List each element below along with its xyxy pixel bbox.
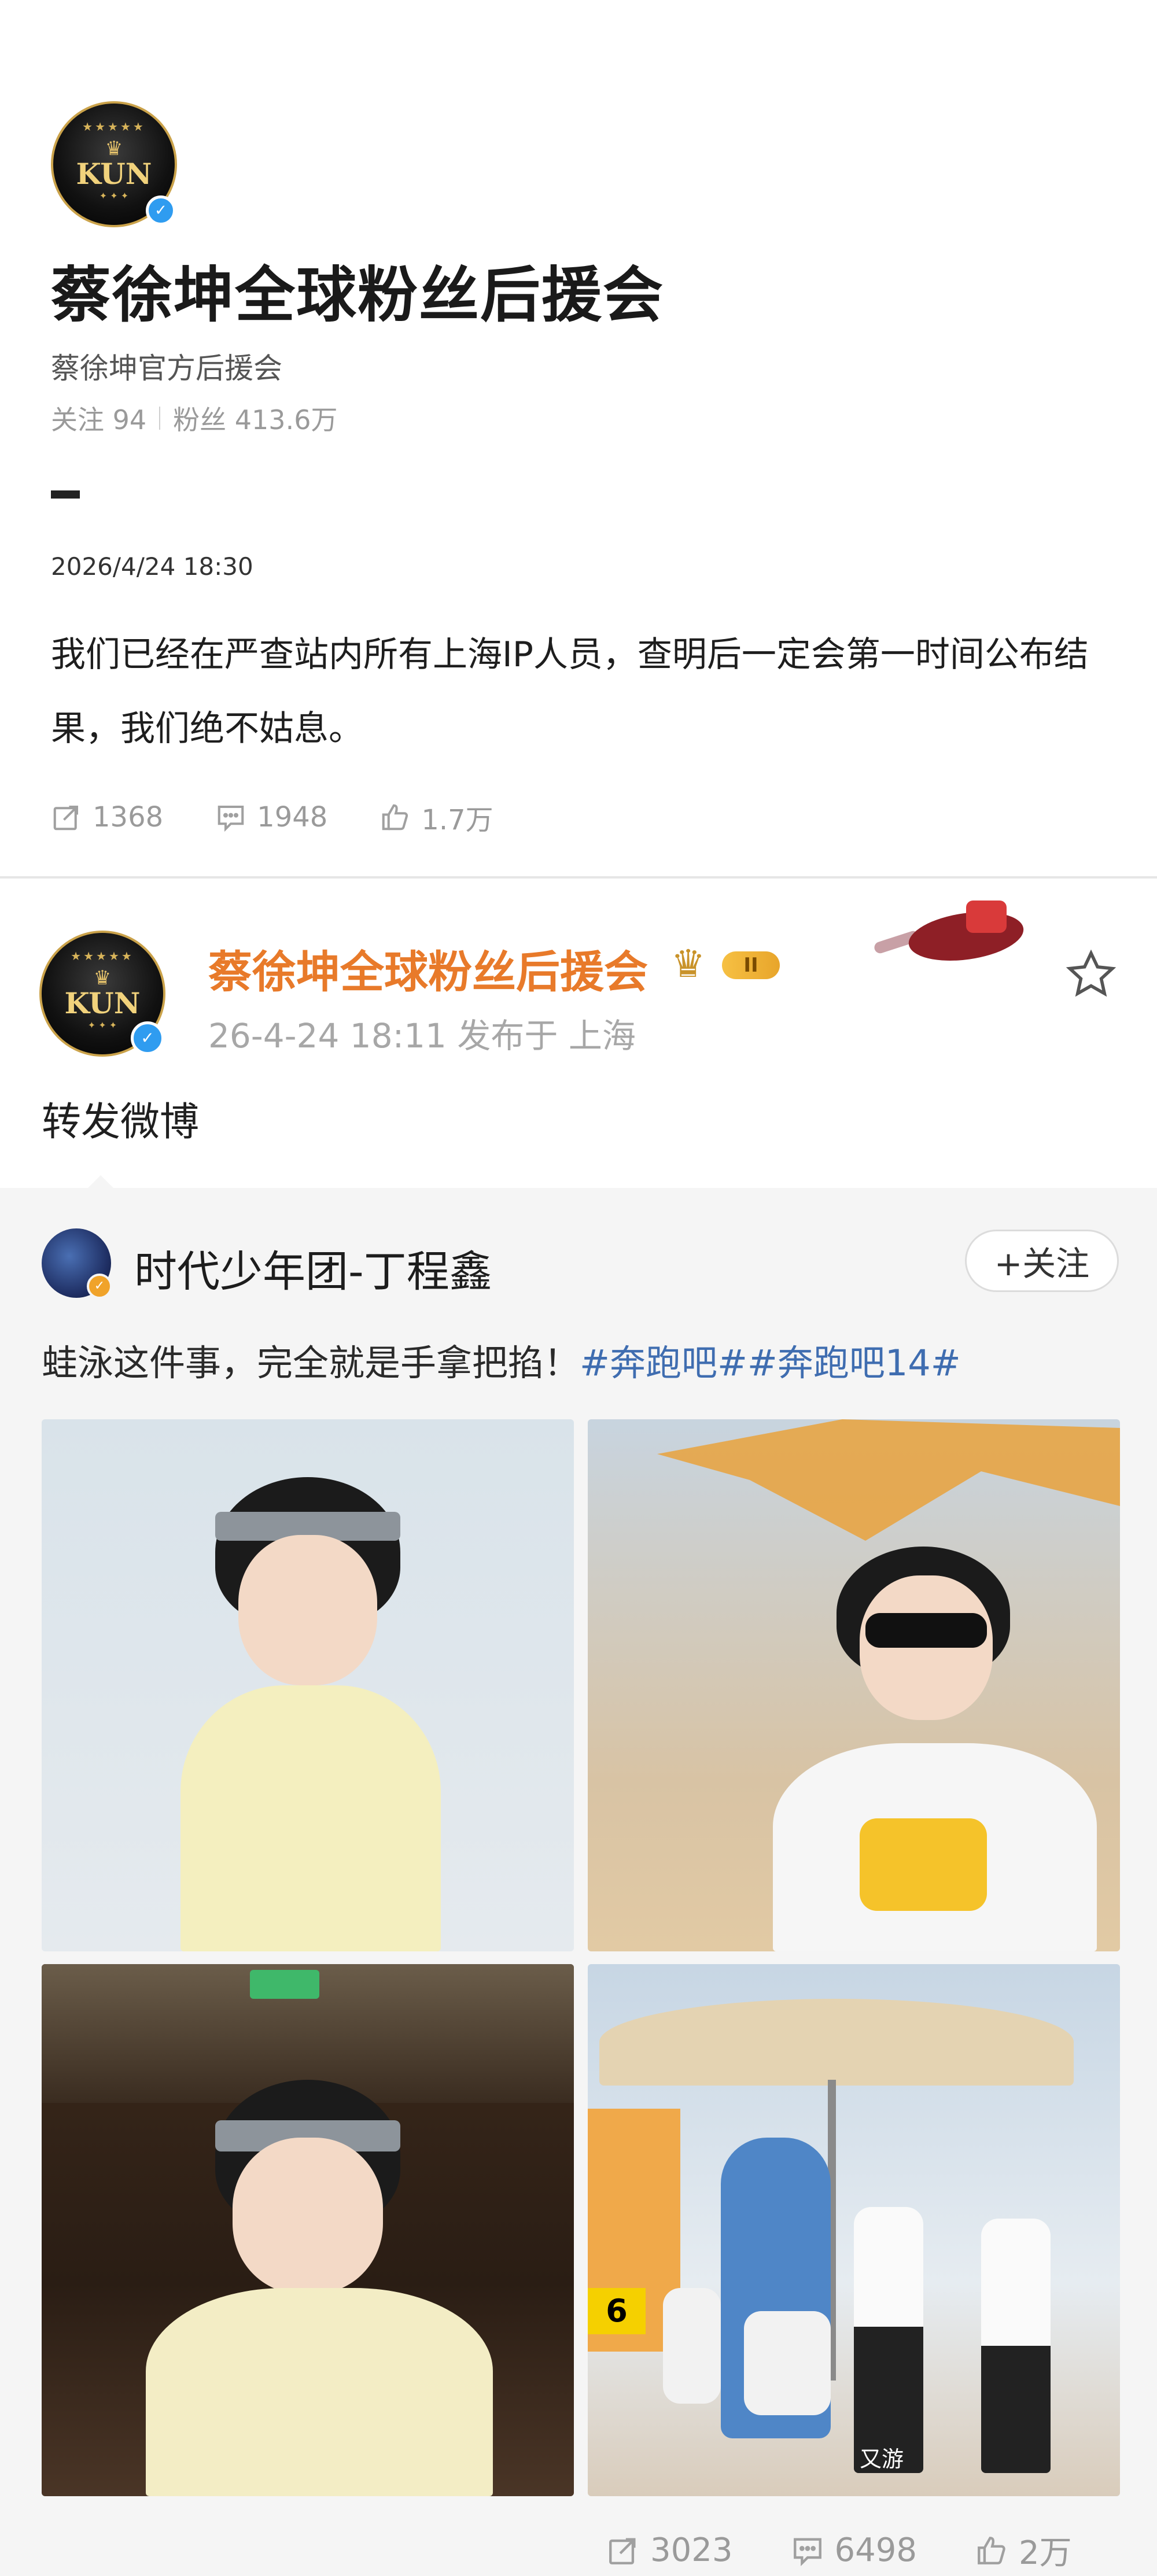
photo-figure <box>233 2138 383 2294</box>
hashtag-link[interactable]: #奔跑吧##奔跑吧14# <box>580 1342 961 1384</box>
section-dash <box>51 490 80 499</box>
quote-notch <box>87 1175 115 1189</box>
vip-level: II <box>722 951 780 979</box>
vip-badge[interactable]: ♛ II <box>671 943 787 985</box>
repost-button[interactable]: 1368 <box>51 797 163 837</box>
photo-3[interactable] <box>42 1964 574 2496</box>
original-content: 蛙泳这件事，完全就是手拿把掐！#奔跑吧##奔跑吧14# <box>42 1334 961 1386</box>
sunglasses <box>865 1613 987 1648</box>
comment-button[interactable]: 1948 <box>215 797 327 837</box>
post-date: 2026/4/24 18:30 <box>51 552 253 581</box>
following-count[interactable]: 关注 94 <box>51 399 146 437</box>
umbrella <box>599 1999 1074 2086</box>
verified-icon: ✓ <box>131 1021 164 1055</box>
verified-icon: ✓ <box>87 1274 112 1299</box>
exit-sign <box>250 1970 319 1999</box>
avatar-logo-text: KUN <box>64 986 141 1020</box>
avatar-stars-icon: ★★★★★ <box>71 949 134 963</box>
verified-icon: ✓ <box>146 195 176 226</box>
account-name[interactable]: 蔡徐坤全球粉丝后援会 <box>51 246 664 333</box>
photo-figure <box>981 2219 1051 2473</box>
photo-2[interactable] <box>588 1419 1120 1951</box>
original-post[interactable]: ✓ 时代少年团-丁程鑫 +关注 蛙泳这件事，完全就是手拿把掐！#奔跑吧##奔跑吧… <box>0 1175 1157 2576</box>
comment-icon <box>218 805 244 832</box>
photo-4[interactable]: 6 又游 <box>588 1964 1120 2496</box>
like-button[interactable]: 2万 <box>975 2527 1072 2574</box>
like-icon <box>382 804 408 831</box>
photo-figure <box>146 2288 493 2496</box>
like-button[interactable]: 1.7万 <box>379 797 493 837</box>
comment-count: 6498 <box>834 2531 918 2569</box>
post-card-1: ★★★★★ ♛ KUN ✦ ✦ ✦ ✓ 蔡徐坤全球粉丝后援会 蔡徐坤官方后援会 … <box>0 0 1157 876</box>
photo-figure <box>180 1685 441 1951</box>
original-actions: 3023 6498 2万 <box>606 2527 1072 2574</box>
comment-icon <box>793 2537 821 2566</box>
photo-1[interactable] <box>42 1419 574 1951</box>
photo-figure <box>860 1575 993 1720</box>
photo-caption: 又游 <box>860 2446 904 2472</box>
photo-figure <box>744 2311 831 2415</box>
like-count: 1.7万 <box>421 804 493 836</box>
crown-icon: ♛ <box>671 942 706 986</box>
stats-divider <box>159 407 161 430</box>
repost-count: 1368 <box>93 801 164 833</box>
star-icon <box>1066 949 1117 997</box>
account-description: 蔡徐坤官方后援会 <box>51 352 282 385</box>
avatar-stars-icon: ★★★★★ <box>82 120 146 134</box>
original-text: 蛙泳这件事，完全就是手拿把掐！ <box>42 1342 580 1384</box>
like-icon <box>978 2536 1005 2564</box>
post-content: 我们已经在严查站内所有上海IP人员，查明后一定会第一时间公布结果，我们绝不姑息。 <box>51 634 1089 749</box>
avatar-logo-text: KUN <box>76 157 152 191</box>
like-count: 2万 <box>1019 2534 1072 2572</box>
photo-figure <box>663 2288 721 2404</box>
repost-account-name[interactable]: 蔡徐坤全球粉丝后援会 <box>208 936 648 1000</box>
followers-count[interactable]: 粉丝 413.6万 <box>173 399 337 437</box>
comment-button[interactable]: 6498 <box>791 2527 918 2574</box>
comment-count: 1948 <box>257 801 328 833</box>
photo-figure <box>854 2207 923 2473</box>
original-author-name[interactable]: 时代少年团-丁程鑫 <box>134 1237 492 1299</box>
follow-button[interactable]: +关注 <box>965 1230 1119 1292</box>
photo-figure <box>238 1535 377 1685</box>
post-actions: 1368 1948 1.7万 <box>51 797 493 837</box>
sign-board: 6 <box>588 2288 646 2334</box>
repost-button[interactable]: 3023 <box>606 2527 733 2574</box>
account-stats: 关注 94 粉丝 413.6万 <box>51 399 337 437</box>
shirt-logo <box>860 1818 987 1911</box>
repost-icon <box>53 805 79 831</box>
repost-count: 3023 <box>650 2531 733 2569</box>
repost-icon <box>609 2537 636 2564</box>
repost-meta: 26-4-24 18:11 发布于 上海 <box>208 1016 636 1056</box>
repost-card: ★★★★★ ♛ KUN ✦ ✦ ✦ ✓ 蔡徐坤全球粉丝后援会 ♛ II 26-4… <box>0 879 1157 1188</box>
favorite-button[interactable] <box>1063 947 1119 1002</box>
repost-text: 转发微博 <box>42 1099 200 1145</box>
decoration-sticker <box>872 896 1059 977</box>
